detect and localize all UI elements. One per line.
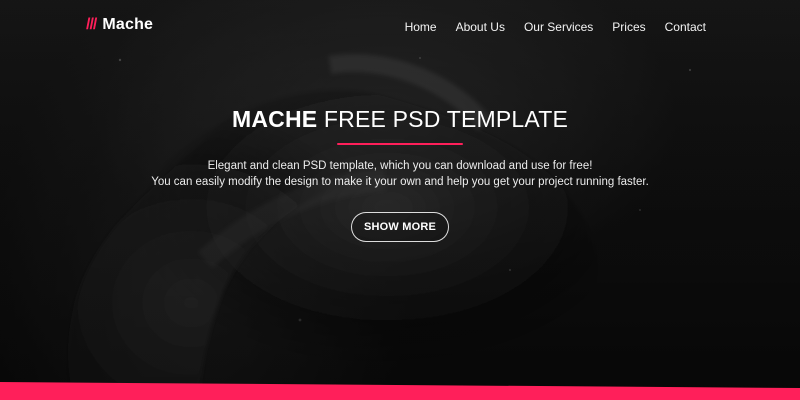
hero-subtitle-line-1: Elegant and clean PSD template, which yo…: [207, 160, 593, 172]
nav-item-our-services[interactable]: Our Services: [524, 20, 593, 34]
brand-logo[interactable]: /// Mache: [86, 16, 153, 34]
nav-item-contact[interactable]: Contact: [665, 20, 706, 34]
hero-subtitle: Elegant and clean PSD template, which yo…: [0, 158, 800, 190]
nav-item-home[interactable]: Home: [405, 20, 437, 34]
main-navigation: Home About Us Our Services Prices Contac…: [405, 20, 706, 34]
brand-name: Mache: [102, 16, 154, 33]
top-navbar: /// Mache Home About Us Our Services Pri…: [0, 0, 800, 56]
hero-title: MACHE FREE PSD TEMPLATE: [0, 106, 800, 133]
hero-subtitle-line-2: You can easily modify the design to make…: [151, 176, 649, 188]
hero-title-light: FREE PSD TEMPLATE: [317, 106, 569, 132]
hero-title-strong: MACHE: [231, 106, 318, 132]
hero-section: /// Mache Home About Us Our Services Pri…: [0, 0, 800, 400]
hero-content: MACHE FREE PSD TEMPLATE Elegant and clea…: [0, 0, 800, 400]
nav-item-about-us[interactable]: About Us: [456, 20, 505, 34]
hero-title-underline: [337, 143, 463, 145]
brand-mark-icon: ///: [86, 16, 97, 33]
show-more-button[interactable]: SHOW MORE: [351, 212, 449, 242]
nav-item-prices[interactable]: Prices: [612, 20, 645, 34]
